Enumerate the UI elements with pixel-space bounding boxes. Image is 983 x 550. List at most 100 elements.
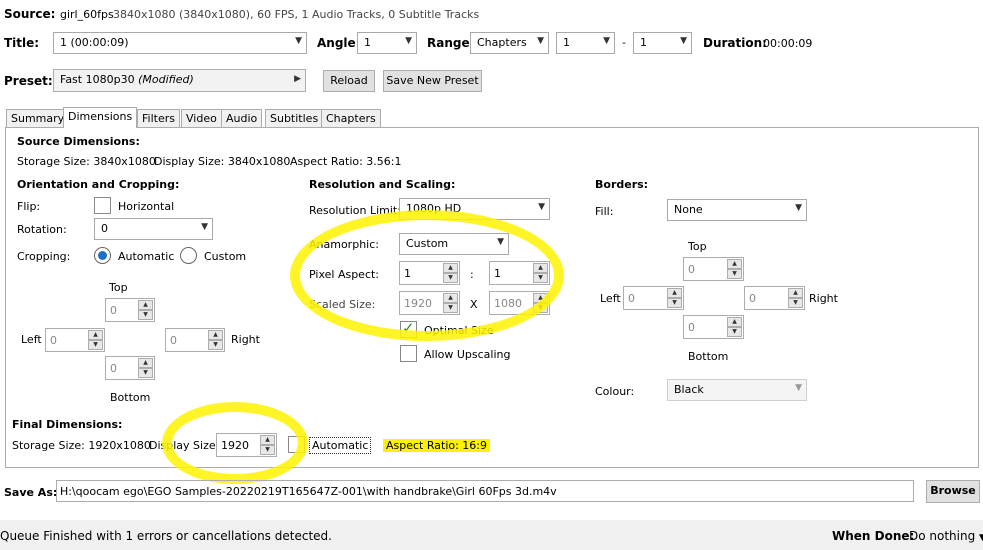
spin-up-icon[interactable]: ▲ <box>667 288 682 298</box>
tab-summary[interactable]: Summary <box>6 109 70 127</box>
status-message: Queue Finished with 1 errors or cancella… <box>0 529 332 543</box>
crop-custom-radio[interactable] <box>180 247 197 264</box>
resolution-limit-dropdown[interactable]: 1080p HD ▼ <box>399 198 550 220</box>
save-new-preset-button[interactable]: Save New Preset <box>383 70 482 92</box>
source-display-size: Display Size: 3840x1080 <box>154 155 291 168</box>
spin-down-icon[interactable]: ▼ <box>533 303 548 313</box>
allow-upscaling-checkbox[interactable] <box>400 345 417 362</box>
final-aspect-ratio: Aspect Ratio: 16:9 <box>383 439 491 452</box>
crop-left-label: Left <box>21 333 42 346</box>
border-left-label: Left <box>600 292 621 305</box>
when-done-dropdown[interactable]: Do nothing ▼ <box>909 529 983 543</box>
crop-bottom-stepper[interactable]: 0 ▲ ▼ <box>105 356 155 380</box>
save-as-label: Save As: <box>4 486 58 499</box>
spin-down-icon[interactable]: ▼ <box>88 340 103 350</box>
spin-down-icon[interactable]: ▼ <box>533 273 548 283</box>
resolution-heading: Resolution and Scaling: <box>309 178 456 191</box>
pixel-aspect-width-value: 1 <box>404 267 411 280</box>
range-type-dropdown[interactable]: Chapters ▼ <box>470 32 549 54</box>
scaled-height-stepper[interactable]: 1080 ▲ ▼ <box>489 291 550 315</box>
spin-down-icon[interactable]: ▼ <box>727 269 742 279</box>
tab-filters[interactable]: Filters <box>137 109 180 127</box>
tab-video[interactable]: Video <box>181 109 222 127</box>
preset-modified: (Modified) <box>138 73 194 86</box>
tab-subtitles[interactable]: Subtitles <box>265 109 324 127</box>
flip-horizontal-checkbox[interactable] <box>94 197 111 214</box>
spin-down-icon[interactable]: ▼ <box>788 298 803 308</box>
anamorphic-dropdown[interactable]: Custom ▼ <box>399 233 509 255</box>
border-right-value: 0 <box>749 292 756 305</box>
spin-down-icon[interactable]: ▼ <box>727 327 742 337</box>
pixel-aspect-width-stepper[interactable]: 1 ▲ ▼ <box>399 261 460 285</box>
fill-label: Fill: <box>595 205 614 218</box>
range-label: Range: <box>427 36 475 50</box>
optimal-size-checkbox[interactable]: ✓ <box>400 319 417 338</box>
angle-dropdown[interactable]: 1 ▼ <box>357 32 417 54</box>
range-separator: - <box>622 36 626 49</box>
border-right-stepper[interactable]: 0 ▲ ▼ <box>744 286 805 310</box>
rotation-dropdown[interactable]: 0 ▼ <box>94 218 213 240</box>
spin-up-icon[interactable]: ▲ <box>443 293 458 303</box>
title-dropdown[interactable]: 1 (00:00:09) ▼ <box>53 32 307 54</box>
reload-button[interactable]: Reload <box>323 70 375 92</box>
spin-up-icon[interactable]: ▲ <box>727 317 742 327</box>
duration-label: Duration: <box>703 36 767 50</box>
spin-up-icon[interactable]: ▲ <box>443 263 458 273</box>
spin-down-icon[interactable]: ▼ <box>138 368 153 378</box>
preset-selector[interactable]: Fast 1080p30 (Modified) ▶ <box>53 69 306 92</box>
spin-up-icon[interactable]: ▲ <box>88 330 103 340</box>
crop-top-stepper[interactable]: 0 ▲ ▼ <box>105 298 155 322</box>
spin-up-icon[interactable]: ▲ <box>138 300 153 310</box>
rotation-label: Rotation: <box>17 223 67 236</box>
border-left-stepper[interactable]: 0 ▲ ▼ <box>623 286 684 310</box>
crop-left-stepper[interactable]: 0 ▲ ▼ <box>45 328 105 352</box>
spin-up-icon[interactable]: ▲ <box>727 259 742 269</box>
chevron-right-icon: ▶ <box>294 74 301 84</box>
chevron-down-icon: ▼ <box>295 36 302 46</box>
save-as-path-input[interactable]: H:\qoocam ego\EGO Samples-20220219T16564… <box>56 480 914 502</box>
when-done-value: Do nothing <box>909 529 976 543</box>
crop-bottom-label: Bottom <box>110 391 151 404</box>
spin-down-icon[interactable]: ▼ <box>443 303 458 313</box>
chevron-down-icon: ▼ <box>603 36 610 46</box>
flip-label: Flip: <box>17 200 41 213</box>
crop-right-stepper[interactable]: 0 ▲ ▼ <box>165 328 225 352</box>
spin-up-icon[interactable]: ▲ <box>533 293 548 303</box>
spin-up-icon[interactable]: ▲ <box>138 358 153 368</box>
browse-button[interactable]: Browse <box>926 480 980 503</box>
border-bottom-stepper[interactable]: 0 ▲ ▼ <box>683 315 744 339</box>
duration-value: 00:00:09 <box>763 37 813 50</box>
spin-up-icon[interactable]: ▲ <box>533 263 548 273</box>
tab-audio[interactable]: Audio <box>221 109 263 127</box>
display-size-stepper[interactable]: 1920 ▲ ▼ <box>216 433 277 457</box>
anamorphic-label: Anamorphic: <box>309 238 379 251</box>
border-top-stepper[interactable]: 0 ▲ ▼ <box>683 257 744 281</box>
spin-up-icon[interactable]: ▲ <box>788 288 803 298</box>
spin-up-icon[interactable]: ▲ <box>208 330 223 340</box>
spin-up-icon[interactable]: ▲ <box>260 435 275 445</box>
chevron-down-icon: ▼ <box>497 237 504 247</box>
spin-down-icon[interactable]: ▼ <box>208 340 223 350</box>
pixel-aspect-label: Pixel Aspect: <box>309 268 380 281</box>
source-info: 3840x1080 (3840x1080), 60 FPS, 1 Audio T… <box>113 8 480 21</box>
range-start-dropdown[interactable]: 1 ▼ <box>556 32 615 54</box>
spin-down-icon[interactable]: ▼ <box>443 273 458 283</box>
source-aspect-ratio: Aspect Ratio: 3.56:1 <box>290 155 402 168</box>
spin-down-icon[interactable]: ▼ <box>138 310 153 320</box>
tab-chapters[interactable]: Chapters <box>321 109 381 127</box>
scaled-width-stepper[interactable]: 1920 ▲ ▼ <box>399 291 460 315</box>
pixel-aspect-height-stepper[interactable]: 1 ▲ ▼ <box>489 261 550 285</box>
tab-dimensions[interactable]: Dimensions <box>63 107 138 128</box>
colour-dropdown[interactable]: Black ▼ <box>667 379 807 401</box>
automatic-checkbox[interactable] <box>288 436 305 453</box>
fill-dropdown[interactable]: None ▼ <box>667 199 807 221</box>
crop-bottom-value: 0 <box>110 362 117 375</box>
crop-custom-label: Custom <box>204 250 247 263</box>
rotation-value: 0 <box>101 222 108 235</box>
spin-down-icon[interactable]: ▼ <box>667 298 682 308</box>
crop-automatic-radio[interactable] <box>94 247 111 264</box>
spin-down-icon[interactable]: ▼ <box>260 445 275 455</box>
border-left-value: 0 <box>628 292 635 305</box>
chevron-down-icon: ▼ <box>201 222 208 232</box>
range-end-dropdown[interactable]: 1 ▼ <box>633 32 692 54</box>
